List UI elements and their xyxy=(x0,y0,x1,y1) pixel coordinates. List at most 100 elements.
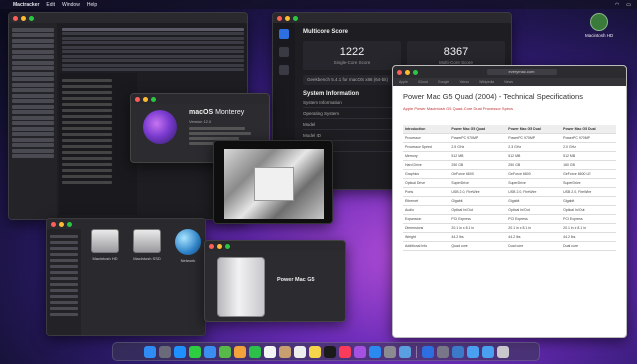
close-button[interactable] xyxy=(51,221,56,227)
table-cell: PCI Express xyxy=(506,214,562,224)
trash-icon[interactable] xyxy=(496,345,509,358)
calendar-icon[interactable] xyxy=(263,345,276,358)
minimize-button[interactable] xyxy=(21,15,26,21)
finder-icon[interactable] xyxy=(143,345,156,358)
finder-sidebar[interactable] xyxy=(47,229,81,335)
disk-label: Macintosh HD xyxy=(92,256,118,261)
about-titlebar[interactable] xyxy=(131,94,269,104)
zoom-button[interactable] xyxy=(413,69,418,75)
table-row: Processor Speed 2.5 GHz 2.3 GHz 2.0 GHz xyxy=(403,142,616,152)
zoom-button[interactable] xyxy=(151,96,156,102)
system-info-key: Model xyxy=(303,121,316,127)
downloads-icon[interactable] xyxy=(481,345,494,358)
disk-item[interactable]: Macintosh HD xyxy=(91,229,119,263)
cpu-benchmark-icon[interactable] xyxy=(279,29,289,39)
table-cell: Dimensions xyxy=(403,223,450,233)
reminders-icon[interactable] xyxy=(293,345,306,358)
finder-titlebar[interactable] xyxy=(47,219,205,229)
minimize-button[interactable] xyxy=(59,221,64,227)
notes-icon[interactable] xyxy=(308,345,321,358)
facetime-icon[interactable] xyxy=(248,345,261,358)
menu-item-window[interactable]: Window xyxy=(62,2,80,8)
close-button[interactable] xyxy=(135,96,140,102)
minimize-button[interactable] xyxy=(285,15,290,21)
table-cell: 2.5 GHz xyxy=(449,142,507,152)
table-cell: 512 MB xyxy=(506,151,562,161)
favorite-link[interactable]: News xyxy=(504,80,513,84)
desktop-drive-icon[interactable]: Macintosh HD xyxy=(585,13,613,38)
settings-icon[interactable] xyxy=(383,345,396,358)
minimize-button[interactable] xyxy=(405,69,410,75)
menu-item-edit[interactable]: Edit xyxy=(46,2,55,8)
menu-item-help[interactable]: Help xyxy=(87,2,97,8)
zoom-button[interactable] xyxy=(225,243,230,249)
spec-table-header: Introduction Power Mac G5 Quad Power Mac G… xyxy=(403,124,616,134)
mactracker-icon[interactable] xyxy=(451,345,464,358)
disk-item[interactable]: Macintosh SSD xyxy=(133,229,161,263)
table-cell: USB 2.0, FireWire xyxy=(449,187,507,197)
table-cell: Expansion xyxy=(403,214,450,224)
appstore-icon[interactable] xyxy=(368,345,381,358)
table-cell: Gigabit xyxy=(506,196,562,206)
contacts-icon[interactable] xyxy=(278,345,291,358)
podcasts-icon[interactable] xyxy=(353,345,366,358)
table-cell: Ethernet xyxy=(403,196,450,206)
favorite-link[interactable]: Google xyxy=(438,80,449,84)
sysinfo-titlebar[interactable] xyxy=(9,13,247,23)
wifi-icon[interactable]: ◠ xyxy=(615,2,619,8)
macpro-titlebar[interactable] xyxy=(205,241,345,251)
table-cell: 512 MB xyxy=(449,151,507,161)
messages-icon[interactable] xyxy=(188,345,201,358)
safari-icon[interactable] xyxy=(173,345,186,358)
page-subtitle-note[interactable]: Apple Power Macintosh G5 Quad-Core Dual … xyxy=(403,106,616,111)
zoom-button[interactable] xyxy=(293,15,298,21)
table-cell: PCI Express xyxy=(561,214,616,224)
close-button[interactable] xyxy=(397,69,402,75)
close-button[interactable] xyxy=(277,15,282,21)
minimize-button[interactable] xyxy=(217,243,222,249)
favorite-link[interactable]: Wikipedia xyxy=(479,80,494,84)
menu-app-name[interactable]: Mactracker xyxy=(13,2,39,8)
table-row: Memory 512 MB 512 MB 512 MB xyxy=(403,151,616,161)
photo-viewer-window xyxy=(213,140,333,224)
geekbench-icon[interactable] xyxy=(421,345,434,358)
battery-icon[interactable]: ▭ xyxy=(626,2,631,8)
mail-icon[interactable] xyxy=(203,345,216,358)
minimize-button[interactable] xyxy=(143,96,148,102)
music-icon[interactable] xyxy=(338,345,351,358)
photos-icon[interactable] xyxy=(233,345,246,358)
folder-icon[interactable] xyxy=(466,345,479,358)
favorite-link[interactable]: Yahoo xyxy=(459,80,469,84)
os-version-line: Version 12.0 xyxy=(189,119,212,124)
close-button[interactable] xyxy=(209,243,214,249)
table-row: Audio Optical In/Out Optical In/Out Optical… xyxy=(403,205,616,215)
compute-benchmark-icon[interactable] xyxy=(279,47,289,57)
table-row: Optical Drive SuperDrive SuperDrive SuperDr… xyxy=(403,178,616,188)
finder-window: Macintosh HD Macintosh SSD Network xyxy=(46,218,206,336)
system-info-icon[interactable] xyxy=(436,345,449,358)
preview-icon[interactable] xyxy=(398,345,411,358)
table-cell: 20.1 in x 8.1 in xyxy=(506,223,562,233)
table-cell: Optical In/Out xyxy=(449,205,507,215)
zoom-button[interactable] xyxy=(67,221,72,227)
zoom-button[interactable] xyxy=(29,15,34,21)
geekbench-titlebar[interactable] xyxy=(273,13,511,23)
favorite-link[interactable]: Apple xyxy=(399,80,408,84)
disk-item[interactable]: Network xyxy=(175,229,201,263)
table-cell: 20.1 in x 8.1 in xyxy=(561,223,616,233)
sysinfo-sidebar[interactable] xyxy=(9,23,57,219)
close-button[interactable] xyxy=(13,15,18,21)
table-row: Dimensions 20.1 in x 8.1 in 20.1 in x 8.1 … xyxy=(403,223,616,233)
hard-drive-icon xyxy=(91,229,119,253)
maps-icon[interactable] xyxy=(218,345,231,358)
drive-icon xyxy=(590,13,609,31)
spec-table: Introduction Power Mac G5 Quad Power Mac G… xyxy=(403,124,616,251)
address-bar[interactable]: everymac.com xyxy=(486,69,557,75)
tv-icon[interactable] xyxy=(323,345,336,358)
table-row: Expansion PCI Express PCI Express PCI Expre… xyxy=(403,214,616,224)
launchpad-icon[interactable] xyxy=(158,345,171,358)
favorite-link[interactable]: iCloud xyxy=(418,80,428,84)
table-cell: PowerPC 970MP xyxy=(561,133,616,143)
system-info-key: System Information xyxy=(303,99,342,105)
history-icon[interactable] xyxy=(279,65,289,75)
